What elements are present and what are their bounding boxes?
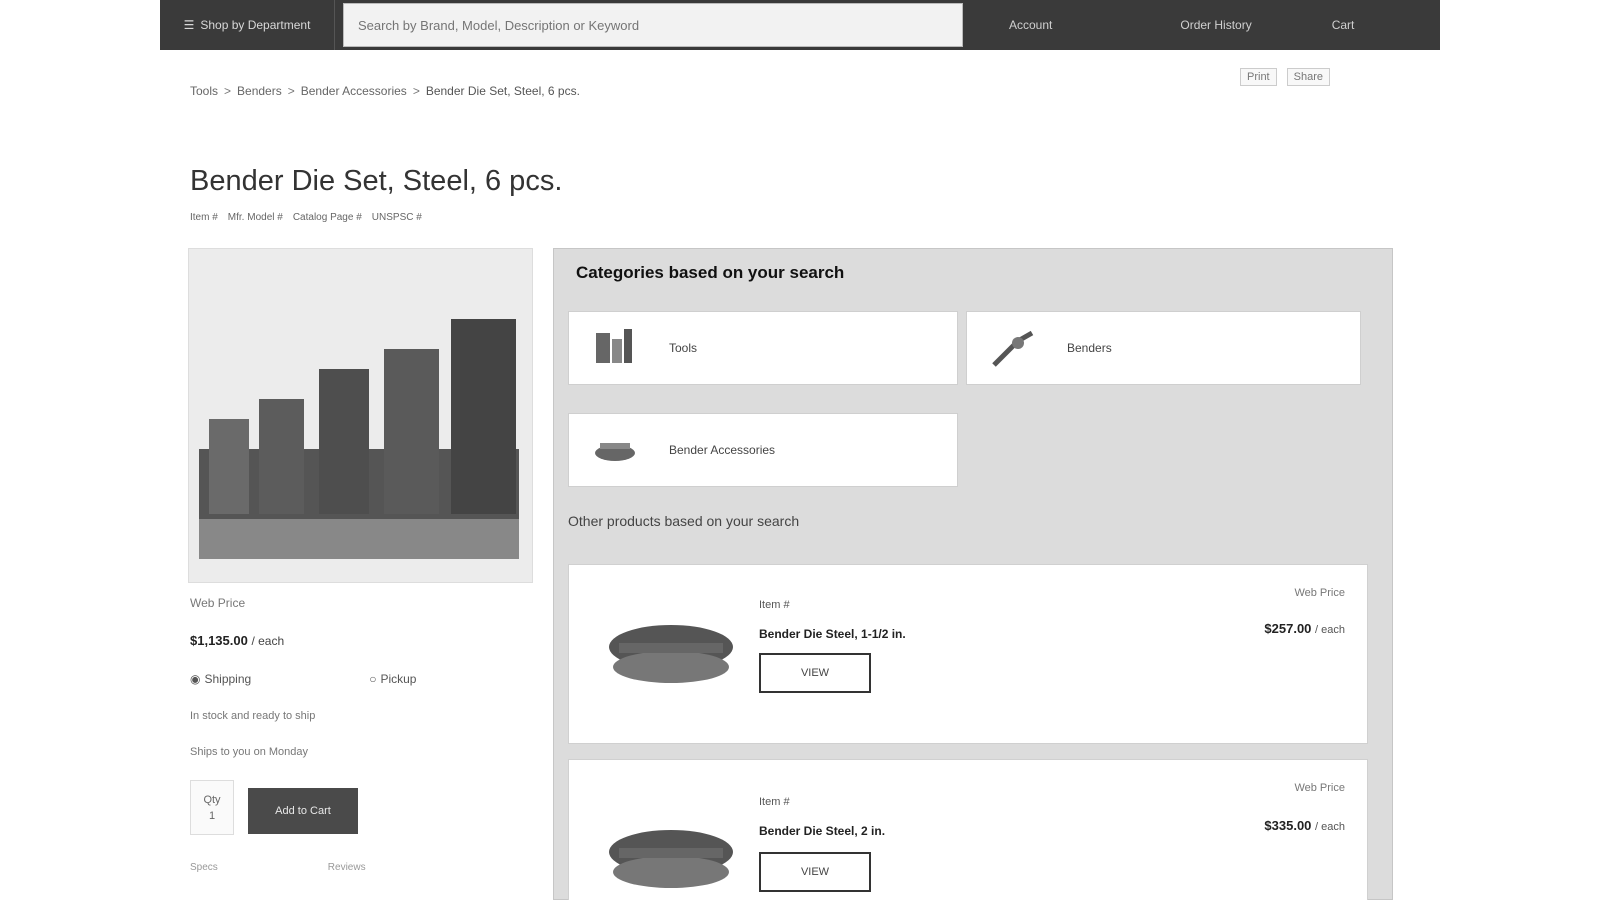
item-sku: Item # — [759, 599, 790, 611]
price-unit: / each — [251, 634, 285, 648]
model-number: Mfr. Model # — [227, 212, 283, 223]
quantity-input[interactable]: Qty 1 — [190, 780, 234, 835]
order-history-link[interactable]: Order History — [1164, 0, 1267, 50]
tab-specs[interactable]: Specs — [190, 862, 218, 873]
radio-icon: ○ — [369, 672, 377, 686]
unspsc-number: UNSPSC # — [371, 212, 422, 223]
web-price-label: Web Price — [1294, 587, 1345, 599]
product-tabs: Specs Reviews — [190, 862, 366, 873]
panel-title: Categories based on your search — [576, 263, 845, 282]
category-card[interactable]: Tools — [568, 311, 958, 385]
radio-icon: ◉ — [190, 672, 201, 686]
item-name[interactable]: Bender Die Steel, 1-1/2 in. — [759, 627, 906, 641]
product-card[interactable]: Item # Bender Die Steel, 1-1/2 in. VIEW … — [568, 564, 1368, 744]
price: $1,135.00 / each — [190, 633, 284, 648]
item-price-amount: $335.00 — [1264, 818, 1312, 833]
item-price: $335.00 / each — [1264, 818, 1345, 833]
product-card[interactable]: Item # Bender Die Steel, 2 in. VIEW Web … — [568, 759, 1368, 900]
web-price-label: Web Price — [190, 596, 246, 610]
die-product-image[interactable] — [599, 810, 744, 900]
price-amount: $1,135.00 — [190, 633, 248, 648]
item-price: $257.00 / each — [1264, 621, 1345, 636]
category-card[interactable]: Benders — [966, 311, 1361, 385]
web-price-label: Web Price — [1294, 782, 1345, 794]
bender-icon — [983, 323, 1043, 373]
tab-reviews[interactable]: Reviews — [328, 862, 366, 873]
quantity-value: 1 — [208, 809, 216, 822]
pickup-option[interactable]: ○ Pickup — [369, 672, 416, 686]
pickup-option-label: Pickup — [380, 672, 417, 686]
item-price-unit: / each — [1315, 624, 1345, 636]
add-to-cart-button[interactable]: Add to Cart — [248, 788, 358, 834]
catalog-page: Catalog Page # — [292, 212, 362, 223]
category-label: Tools — [669, 341, 698, 355]
related-products-heading: Other products based on your search — [568, 513, 800, 529]
category-label: Bender Accessories — [669, 443, 776, 457]
breadcrumb-link[interactable]: Bender Accessories — [301, 84, 407, 98]
quantity-label: Qty — [203, 793, 221, 806]
utility-links: Print Share — [1240, 68, 1330, 86]
breadcrumb-link[interactable]: Tools — [190, 84, 218, 98]
department-menu-label: Shop by Department — [200, 18, 311, 32]
department-menu-button[interactable]: ☰ Shop by Department — [160, 0, 335, 50]
cart-link[interactable]: Cart — [1316, 0, 1371, 50]
breadcrumb-separator: > — [412, 84, 420, 98]
product-image[interactable] — [188, 248, 533, 583]
menu-icon: ☰ — [183, 18, 195, 32]
page-title: Bender Die Set, Steel, 6 pcs. — [190, 165, 563, 197]
stock-status: In stock and ready to ship — [190, 710, 316, 722]
breadcrumb-separator: > — [224, 84, 232, 98]
breadcrumb-separator: > — [287, 84, 295, 98]
shipping-option[interactable]: ◉ Shipping — [190, 672, 251, 686]
top-navigation-bar: ☰ Shop by Department Account Order Histo… — [160, 0, 1440, 50]
bender-accessory-icon — [585, 425, 645, 475]
die-product-image[interactable] — [599, 605, 744, 705]
category-label: Benders — [1067, 341, 1112, 355]
item-number: Item # — [190, 212, 218, 223]
view-button[interactable]: VIEW — [759, 852, 871, 892]
bender-die-set-image — [189, 249, 532, 582]
share-button[interactable]: Share — [1286, 68, 1330, 86]
category-card[interactable]: Bender Accessories — [568, 413, 958, 487]
breadcrumb-current: Bender Die Set, Steel, 6 pcs. — [425, 84, 580, 98]
item-price-unit: / each — [1315, 821, 1345, 833]
print-button[interactable]: Print — [1240, 68, 1277, 86]
item-price-amount: $257.00 — [1264, 621, 1312, 636]
view-button[interactable]: VIEW — [759, 653, 871, 693]
breadcrumb: Tools > Benders > Bender Accessories > B… — [190, 84, 580, 98]
search-bar[interactable] — [343, 3, 963, 47]
item-name[interactable]: Bender Die Steel, 2 in. — [759, 824, 885, 838]
shipping-option-label: Shipping — [204, 672, 252, 686]
breadcrumb-link[interactable]: Benders — [237, 84, 282, 98]
item-sku: Item # — [759, 796, 790, 808]
tools-icon — [585, 323, 645, 373]
search-input[interactable] — [358, 17, 948, 33]
product-meta: Item # Mfr. Model # Catalog Page # UNSPS… — [190, 212, 422, 223]
search-suggestions-panel: Categories based on your search Tools Be… — [553, 248, 1393, 900]
ship-date: Ships to you on Monday — [190, 746, 309, 758]
fulfillment-options: ◉ Shipping ○ Pickup — [190, 672, 416, 686]
account-link[interactable]: Account — [993, 0, 1068, 50]
